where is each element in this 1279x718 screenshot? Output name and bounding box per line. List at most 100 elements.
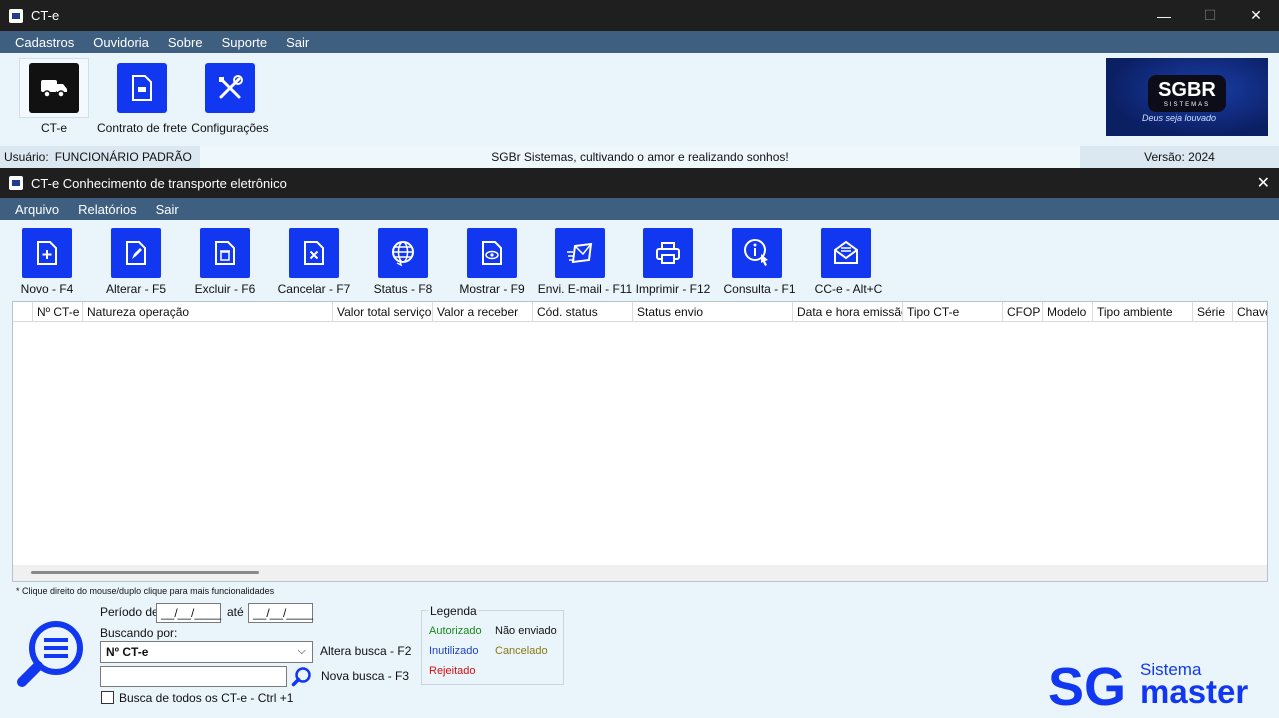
cancel-label: Cancelar - F7	[277, 282, 351, 296]
col-cod-status[interactable]: Cód. status	[533, 302, 633, 322]
search-by-select[interactable]: Nº CT-e ⌵	[100, 641, 313, 663]
sgbr-logo-name: SGBR	[1158, 79, 1216, 101]
status-label: Status - F8	[373, 282, 433, 296]
cte-window-titlebar: CT-e Conhecimento de transporte eletrôni…	[0, 168, 1279, 198]
search-icon	[17, 621, 83, 687]
status-button[interactable]	[378, 228, 428, 278]
main-ribbon: CT-e Contrato de frete Configurações	[0, 53, 1279, 146]
cte-window-close-button[interactable]: ✕	[1257, 173, 1270, 193]
mail-open-icon	[834, 240, 858, 264]
grid-header: Nº CT-e Natureza operação Valor total se…	[13, 302, 1267, 322]
col-tipo-ambiente[interactable]: Tipo ambiente	[1093, 302, 1193, 322]
sgbr-logo-sub: SISTEMAS	[1163, 102, 1211, 108]
new-search-label: Nova busca - F3	[321, 669, 410, 683]
cte-menubar: Arquivo Relatórios Sair	[0, 198, 1279, 220]
globe-icon	[392, 241, 414, 267]
sg-master-logo: SG Sistema master	[1048, 657, 1248, 711]
col-cfop[interactable]: CFOP	[1003, 302, 1043, 322]
status-version: Versão: 2024	[1080, 146, 1279, 168]
logo-master: master	[1140, 673, 1248, 710]
cte-grid[interactable]: Nº CT-e Natureza operação Valor total se…	[12, 301, 1268, 582]
query-button[interactable]	[732, 228, 782, 278]
window-titlebar: CT-e — ☐ ✕	[0, 0, 1279, 31]
menu-suporte[interactable]: Suporte	[222, 35, 268, 50]
status-motto: SGBr Sistemas, cultivando o amor e reali…	[200, 146, 1080, 168]
col-selector[interactable]	[13, 302, 33, 322]
new-document-icon	[37, 241, 57, 265]
cte-label: CT-e	[40, 121, 67, 135]
sgbr-logo: SGBR SISTEMAS Deus seja louvado	[1106, 58, 1268, 136]
cce-button[interactable]	[821, 228, 871, 278]
col-valor-total[interactable]: Valor total serviço	[333, 302, 433, 322]
cte-button[interactable]	[29, 63, 79, 113]
period-label: Período de	[100, 605, 159, 619]
truck-icon	[41, 80, 67, 98]
legend-canceled: Cancelado	[495, 645, 548, 657]
new-label: Novo - F4	[20, 282, 74, 296]
search-input[interactable]	[100, 666, 287, 687]
maximize-button[interactable]: ☐	[1187, 0, 1233, 31]
menu-sobre[interactable]: Sobre	[168, 35, 203, 50]
menu-sair-inner[interactable]: Sair	[156, 202, 179, 217]
search-by-value: Nº CT-e	[106, 645, 149, 659]
status-user-value: FUNCIONÁRIO PADRÃO	[54, 150, 192, 164]
menu-arquivo[interactable]: Arquivo	[15, 202, 59, 217]
legend-box: Legenda Autorizado Não enviado Inutiliza…	[421, 604, 564, 685]
delete-button[interactable]	[200, 228, 250, 278]
col-numero[interactable]: Nº CT-e	[33, 302, 83, 322]
status-bar: Usuário: FUNCIONÁRIO PADRÃO SGBr Sistema…	[0, 146, 1279, 168]
new-button[interactable]	[22, 228, 72, 278]
minimize-button[interactable]: —	[1141, 0, 1187, 31]
sgbr-logo-box: SGBR SISTEMAS	[1148, 75, 1226, 112]
col-chave[interactable]: Chave	[1233, 302, 1267, 322]
info-icon	[744, 239, 768, 266]
col-serie[interactable]: Série	[1193, 302, 1233, 322]
print-button[interactable]	[643, 228, 693, 278]
send-email-label: Envi. E-mail - F11	[537, 282, 633, 296]
window-title: CT-e	[31, 8, 60, 23]
settings-button[interactable]	[205, 63, 255, 113]
menu-ouvidoria[interactable]: Ouvidoria	[93, 35, 149, 50]
menu-relatorios[interactable]: Relatórios	[78, 202, 137, 217]
edit-button[interactable]	[111, 228, 161, 278]
magnifier-icon[interactable]	[291, 666, 313, 688]
cte-window-icon	[9, 176, 23, 190]
col-modelo[interactable]: Modelo	[1043, 302, 1093, 322]
show-button[interactable]	[467, 228, 517, 278]
logo-sg: SG	[1048, 657, 1126, 711]
legend-authorized: Autorizado	[429, 625, 482, 637]
legend-title: Legenda	[428, 604, 479, 618]
col-natureza[interactable]: Natureza operação	[83, 302, 333, 322]
cte-window: CT-e Conhecimento de transporte eletrôni…	[0, 168, 1279, 718]
alter-search-label: Altera busca - F2	[320, 644, 412, 658]
date-to-field[interactable]: __/__/____	[248, 603, 313, 623]
close-button[interactable]: ✕	[1233, 0, 1279, 31]
window-controls: — ☐ ✕	[1141, 0, 1279, 31]
show-label: Mostrar - F9	[459, 282, 525, 296]
search-all-checkbox[interactable]	[101, 691, 114, 704]
sgbr-logo-motto: Deus seja louvado	[1142, 113, 1217, 123]
grid-hint: * Clique direito do mouse/duplo clique p…	[16, 586, 275, 596]
view-icon	[482, 241, 502, 265]
menu-sair[interactable]: Sair	[286, 35, 309, 50]
col-status-envio[interactable]: Status envio	[633, 302, 793, 322]
cancel-icon	[304, 241, 324, 265]
col-tipo-cte[interactable]: Tipo CT-e	[903, 302, 1003, 322]
printer-icon	[656, 242, 680, 264]
col-valor-receber[interactable]: Valor a receber	[433, 302, 533, 322]
status-user: Usuário: FUNCIONÁRIO PADRÃO	[0, 146, 200, 168]
print-label: Imprimir - F12	[635, 282, 711, 296]
col-data-emissao[interactable]: Data e hora emissão	[793, 302, 903, 322]
date-from-field[interactable]: __/__/____	[156, 603, 221, 623]
menu-cadastros[interactable]: Cadastros	[15, 35, 74, 50]
app-icon	[9, 8, 23, 23]
send-email-button[interactable]	[555, 228, 605, 278]
delete-icon	[215, 241, 235, 265]
delete-label: Excluir - F6	[194, 282, 256, 296]
cancel-button[interactable]	[289, 228, 339, 278]
freight-contract-button[interactable]	[117, 63, 167, 113]
grid-horizontal-scrollbar[interactable]	[13, 565, 1267, 581]
settings-label: Configurações	[191, 121, 269, 135]
legend-disabled: Inutilizado	[429, 645, 479, 657]
scrollbar-thumb[interactable]	[31, 571, 259, 574]
